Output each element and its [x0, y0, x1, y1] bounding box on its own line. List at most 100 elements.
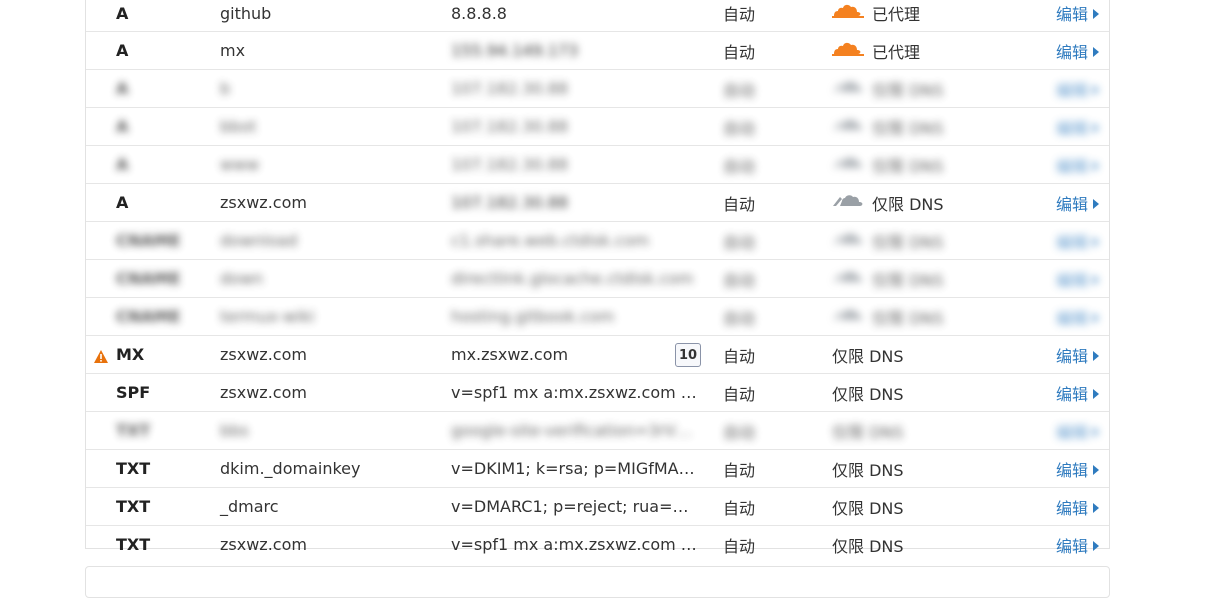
record-name: _dmarc: [220, 497, 279, 516]
record-ttl: 自动: [723, 5, 756, 24]
record-content-text: 107.182.30.88: [451, 193, 569, 212]
record-type: A: [116, 155, 129, 174]
dns-only-cloud-icon[interactable]: [832, 191, 872, 215]
edit-label[interactable]: 编辑: [1056, 77, 1088, 101]
record-name: bbot: [220, 117, 257, 136]
record-ttl: 自动: [723, 232, 756, 252]
record-content-text: v=spf1 mx a:mx.zsxwz.com -all: [451, 383, 699, 402]
dns-only-cloud-icon[interactable]: [832, 267, 872, 291]
record-content-text: v=spf1 mx a:mx.zsxwz.com -all: [451, 535, 699, 554]
dns-record-row: Amx 155.94.149.173 自动 已代理 编辑: [86, 32, 1109, 70]
proxied-cloud-icon[interactable]: [832, 1, 872, 25]
dns-record-row: Awww 107.182.30.88 自动 仅限 DNS 编辑: [86, 146, 1109, 184]
caret-right-icon: [1093, 198, 1100, 209]
record-content: mx.zsxwz.com: [451, 336, 701, 373]
record-type: SPF: [116, 383, 151, 402]
edit-button[interactable]: 编辑: [1056, 222, 1100, 259]
record-content: v=spf1 mx a:mx.zsxwz.com -all: [451, 526, 701, 563]
edit-label[interactable]: 编辑: [1056, 381, 1088, 405]
edit-label[interactable]: 编辑: [1056, 495, 1088, 519]
dns-only-cloud-icon[interactable]: [832, 115, 872, 139]
edit-label[interactable]: 编辑: [1056, 1, 1088, 25]
edit-label[interactable]: 编辑: [1056, 153, 1088, 177]
edit-label[interactable]: 编辑: [1056, 457, 1088, 481]
edit-button[interactable]: 编辑: [1056, 374, 1100, 411]
edit-button[interactable]: 编辑: [1056, 184, 1100, 221]
edit-button[interactable]: 编辑: [1056, 450, 1100, 487]
edit-label[interactable]: 编辑: [1056, 39, 1088, 63]
record-content-text: v=DKIM1; k=rsa; p=MIGfMA0...: [451, 459, 699, 478]
record-ttl: 自动: [723, 498, 756, 518]
record-name: dkim._domainkey: [220, 459, 361, 478]
record-content-text: 107.182.30.88: [451, 155, 569, 174]
edit-button[interactable]: 编辑: [1056, 146, 1100, 183]
dns-record-row: Abbot 107.182.30.88 自动 仅限 DNS 编辑: [86, 108, 1109, 146]
proxy-status-label: 仅限 DNS: [832, 346, 904, 366]
proxy-status: 仅限 DNS: [832, 450, 904, 487]
caret-right-icon: [1093, 540, 1100, 551]
record-name: zsxwz.com: [220, 535, 307, 554]
edit-button[interactable]: 编辑: [1056, 260, 1100, 297]
edit-button[interactable]: 编辑: [1056, 336, 1100, 373]
dns-only-cloud-icon[interactable]: [832, 153, 872, 177]
record-name: mx: [220, 41, 246, 60]
proxy-status: 仅限 DNS: [832, 488, 904, 525]
record-content-text: 107.182.30.88: [451, 117, 569, 136]
record-content-text: 155.94.149.173: [451, 41, 579, 60]
caret-right-icon: [1093, 426, 1100, 437]
dns-only-cloud-icon[interactable]: [832, 305, 872, 329]
edit-label[interactable]: 编辑: [1056, 267, 1088, 291]
caret-right-icon: [1093, 122, 1100, 133]
record-content: hosting.gitbook.com: [451, 298, 701, 335]
edit-button[interactable]: 编辑: [1056, 0, 1100, 31]
proxy-status: 仅限 DNS: [832, 260, 944, 297]
edit-label[interactable]: 编辑: [1056, 419, 1088, 443]
dns-only-cloud-icon[interactable]: [832, 77, 872, 101]
edit-button[interactable]: 编辑: [1056, 488, 1100, 525]
record-type: TXT: [116, 497, 151, 516]
dns-record-row: CNAME termux-wiki hosting.gitbook.com 自动 仅限 …: [86, 298, 1109, 336]
record-type: CNAME: [116, 269, 181, 288]
dns-only-cloud-icon[interactable]: [832, 229, 872, 253]
record-name: b: [220, 79, 231, 98]
edit-label[interactable]: 编辑: [1056, 191, 1088, 215]
proxy-status: 仅限 DNS: [832, 108, 944, 145]
proxy-status-label: 已代理: [872, 42, 921, 62]
record-content: 107.182.30.88: [451, 184, 701, 221]
proxy-status-label: 仅限 DNS: [832, 422, 904, 442]
record-name: zsxwz.com: [220, 345, 307, 364]
proxy-status: 仅限 DNS: [832, 298, 944, 335]
dns-record-row: TXT zsxwz.com v=spf1 mx a:mx.zsxwz.com -al…: [86, 526, 1109, 563]
warning-icon: [94, 348, 108, 367]
edit-button[interactable]: 编辑: [1056, 412, 1100, 449]
record-name: zsxwz.com: [220, 383, 307, 402]
edit-label[interactable]: 编辑: [1056, 533, 1088, 557]
edit-button[interactable]: 编辑: [1056, 108, 1100, 145]
edit-label[interactable]: 编辑: [1056, 229, 1088, 253]
proxy-status-label: 已代理: [872, 5, 921, 24]
proxied-cloud-icon[interactable]: [832, 39, 872, 63]
record-ttl: 自动: [723, 118, 756, 138]
record-content: google-site-verification=3rVH...: [451, 412, 701, 449]
record-ttl: 自动: [723, 80, 756, 100]
edit-label[interactable]: 编辑: [1056, 343, 1088, 367]
edit-label[interactable]: 编辑: [1056, 305, 1088, 329]
record-type: CNAME: [116, 307, 181, 326]
edit-button[interactable]: 编辑: [1056, 298, 1100, 335]
proxy-status: 仅限 DNS: [832, 336, 904, 373]
record-type: A: [116, 79, 129, 98]
edit-button[interactable]: 编辑: [1056, 70, 1100, 107]
edit-label[interactable]: 编辑: [1056, 115, 1088, 139]
record-name: www: [220, 155, 260, 174]
proxy-status: 仅限 DNS: [832, 374, 904, 411]
edit-button[interactable]: 编辑: [1056, 526, 1100, 563]
proxy-status-label: 仅限 DNS: [872, 232, 944, 252]
record-type: A: [116, 117, 129, 136]
record-ttl: 自动: [723, 194, 756, 214]
caret-right-icon: [1093, 502, 1100, 513]
edit-button[interactable]: 编辑: [1056, 32, 1100, 69]
record-content: v=spf1 mx a:mx.zsxwz.com -all: [451, 374, 701, 411]
priority-badge: 10: [675, 343, 701, 367]
proxy-status-label: 仅限 DNS: [872, 118, 944, 138]
record-ttl: 自动: [723, 270, 756, 290]
